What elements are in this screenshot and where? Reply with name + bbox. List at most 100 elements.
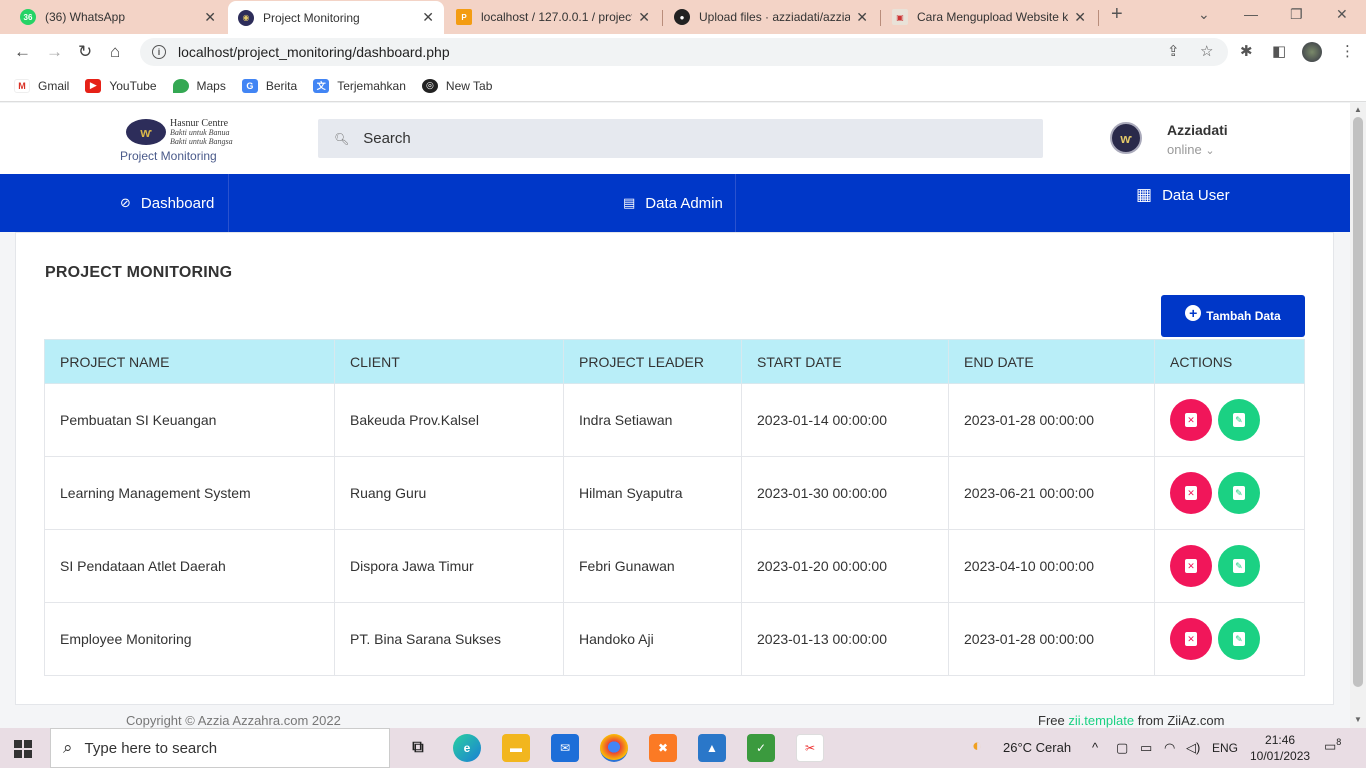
forward-arrow-icon[interactable]: →	[46, 42, 63, 62]
language-indicator[interactable]: ENG	[1212, 741, 1238, 755]
close-tab-icon[interactable]: ✕	[1074, 9, 1086, 26]
tab-title: (36) WhatsApp	[45, 10, 126, 24]
tab-github[interactable]: ● Upload files · azziadati/azziad ✕	[664, 3, 878, 31]
hasnur-logo[interactable]: ⱳ Hasnur Centre Bakti untuk Banua Bakti …	[126, 117, 262, 147]
tab-phpmyadmin[interactable]: P localhost / 127.0.0.1 / project ✕	[446, 3, 660, 31]
trash-icon: ✕	[1185, 413, 1197, 427]
bookmark-maps[interactable]: Maps	[172, 78, 226, 93]
bookmark-label: Terjemahkan	[337, 78, 406, 93]
footer-template-link[interactable]: zii.template	[1068, 713, 1134, 728]
close-tab-icon[interactable]: ✕	[422, 9, 434, 26]
page-viewport: ⱳ Hasnur Centre Bakti untuk Banua Bakti …	[0, 103, 1350, 728]
cell-leader: Handoko Aji	[563, 602, 742, 676]
restore-icon[interactable]: ❐	[1290, 6, 1303, 23]
chrome-menu-icon[interactable]: ⋮	[1340, 42, 1355, 60]
xampp-icon[interactable]: ✖	[649, 734, 677, 762]
search-input[interactable]	[363, 130, 964, 147]
close-window-icon[interactable]: ✕	[1336, 6, 1348, 23]
side-panel-icon[interactable]: ◧	[1272, 42, 1286, 60]
site-info-icon[interactable]: i	[152, 45, 166, 59]
bookmark-terjemahkan[interactable]: 文 Terjemahkan	[313, 78, 406, 93]
bookmark-gmail[interactable]: M Gmail	[14, 78, 69, 93]
scroll-up-icon[interactable]: ▲	[1354, 105, 1362, 114]
edge-icon[interactable]: e	[453, 734, 481, 762]
bookmark-youtube[interactable]: ▶ YouTube	[85, 78, 157, 93]
chrome-icon[interactable]	[600, 734, 628, 762]
bookmark-new-tab[interactable]: ◎ New Tab	[421, 78, 492, 93]
cell-leader: Hilman Syaputra	[563, 456, 742, 530]
tab-cara-mengupload[interactable]: ▣ Cara Mengupload Website ke ✕	[882, 3, 1096, 31]
task-view-icon[interactable]: ⧉	[404, 734, 432, 762]
back-arrow-icon[interactable]: ←	[14, 42, 31, 62]
nav-label: Data Admin	[645, 194, 723, 212]
battery-icon[interactable]: ▭	[1140, 740, 1152, 756]
main-nav: ⊘ Dashboard ▤ Data Admin ▦ Data User	[0, 174, 1350, 232]
bookmark-berita[interactable]: G Berita	[241, 78, 297, 93]
col-actions: ACTIONS	[1154, 339, 1305, 384]
nav-separator	[735, 174, 736, 232]
close-tab-icon[interactable]: ✕	[638, 9, 650, 26]
reload-icon[interactable]: ↻	[78, 42, 92, 62]
table-row: Employee Monitoring PT. Bina Sarana Suks…	[44, 602, 1305, 676]
weather-text[interactable]: 26°C Cerah	[1003, 740, 1071, 755]
share-icon[interactable]: ⇪	[1167, 42, 1180, 60]
tab-search-chevron-icon[interactable]: ⌄	[1198, 6, 1210, 23]
page-scrollbar[interactable]: ▲ ▼	[1350, 103, 1366, 728]
tab-project-monitoring[interactable]: ◉ Project Monitoring ✕	[228, 1, 444, 34]
scroll-down-icon[interactable]: ▼	[1354, 715, 1362, 724]
table-row: Pembuatan SI Keuangan Bakeuda Prov.Kalse…	[44, 383, 1305, 457]
new-tab-icon[interactable]: +	[1111, 3, 1123, 26]
whatsapp-icon: 36	[20, 9, 36, 25]
edit-button[interactable]: ✎	[1217, 545, 1260, 587]
delete-button[interactable]: ✕	[1170, 545, 1212, 587]
user-avatar[interactable]: ⱳ	[1110, 122, 1142, 154]
chevron-up-icon[interactable]: ^	[1092, 740, 1098, 755]
logo-line-3: Bakti untuk Bangsa	[170, 136, 233, 146]
user-status[interactable]: online ⌄	[1167, 142, 1215, 157]
volume-icon[interactable]: ◁)	[1186, 740, 1200, 756]
trash-icon: ✕	[1185, 486, 1197, 500]
bookmark-label: YouTube	[109, 78, 157, 93]
extensions-puzzle-icon[interactable]: ✱	[1240, 42, 1253, 60]
tab-whatsapp[interactable]: 36 (36) WhatsApp ✕	[10, 3, 226, 31]
search-box[interactable]: 🔍︎	[318, 119, 1043, 158]
clock-time: 21:46	[1265, 733, 1296, 747]
home-icon[interactable]: ⌂	[110, 42, 120, 62]
spreadsheet-icon[interactable]: ✓	[747, 734, 775, 762]
bookmark-star-icon[interactable]: ☆	[1200, 42, 1213, 60]
cell-actions: ✕ ✎	[1154, 602, 1305, 676]
meet-now-icon[interactable]: ▢	[1116, 740, 1128, 756]
tab-title: Project Monitoring	[263, 10, 360, 25]
close-tab-icon[interactable]: ✕	[204, 9, 216, 26]
taskbar-search[interactable]: ⌕ Type here to search	[50, 728, 390, 768]
nav-dashboard[interactable]: ⊘ Dashboard	[120, 174, 214, 232]
nav-data-user[interactable]: ▦ Data User	[1136, 166, 1230, 224]
user-name[interactable]: Azziadati	[1167, 122, 1228, 138]
profile-avatar[interactable]	[1302, 42, 1322, 62]
youtube-icon: ▶	[85, 78, 102, 93]
address-bar[interactable]: i localhost/project_monitoring/dashboard…	[140, 38, 1228, 66]
add-data-button[interactable]: + Tambah Data	[1161, 295, 1305, 337]
snipping-tool-icon[interactable]: ✂	[796, 734, 824, 762]
bookmark-label: Maps	[196, 78, 226, 93]
delete-button[interactable]: ✕	[1170, 399, 1212, 441]
nav-data-admin[interactable]: ▤ Data Admin	[623, 174, 723, 232]
edit-button[interactable]: ✎	[1217, 472, 1260, 514]
edit-button[interactable]: ✎	[1217, 618, 1260, 660]
cell-project-name: SI Pendataan Atlet Daerah	[44, 529, 335, 603]
minimize-icon[interactable]: —	[1244, 6, 1258, 22]
close-tab-icon[interactable]: ✕	[856, 9, 868, 26]
file-explorer-icon[interactable]: ▬	[502, 734, 530, 762]
wifi-icon[interactable]: ◠	[1164, 740, 1175, 756]
delete-button[interactable]: ✕	[1170, 618, 1212, 660]
photos-icon[interactable]: ▲	[698, 734, 726, 762]
notifications-icon[interactable]: ▭8	[1324, 737, 1341, 754]
edit-button[interactable]: ✎	[1217, 399, 1260, 441]
url-text: localhost/project_monitoring/dashboard.p…	[178, 44, 450, 60]
scrollbar-thumb[interactable]	[1353, 117, 1363, 687]
cell-end-date: 2023-01-28 00:00:00	[948, 383, 1155, 457]
taskbar-clock[interactable]: 21:46 10/01/2023	[1250, 732, 1310, 764]
delete-button[interactable]: ✕	[1170, 472, 1212, 514]
windows-start-icon[interactable]	[14, 740, 32, 758]
mail-icon[interactable]: ✉	[551, 734, 579, 762]
